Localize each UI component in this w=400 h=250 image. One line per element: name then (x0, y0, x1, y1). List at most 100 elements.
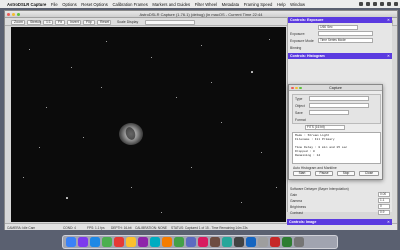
stop-button[interactable]: Stop (337, 171, 355, 176)
app-icon[interactable] (222, 237, 232, 247)
object-field[interactable] (309, 103, 369, 108)
exposure-unit-field[interactable]: 1/60 Sec (318, 25, 358, 30)
start-button[interactable]: Start (293, 171, 311, 176)
app-icon[interactable] (114, 237, 124, 247)
dialog-title: Capture (329, 86, 342, 90)
menu-item-help[interactable]: Help (277, 2, 286, 7)
exposure-mode-label: Exposure Mode (290, 39, 314, 43)
section-histogram-header[interactable]: Controls: Histogram ✕ (288, 53, 392, 59)
menu-item-framing-speed[interactable]: Framing Speed (244, 2, 273, 7)
toolbar-button-stretch[interactable]: Stretch (27, 19, 41, 25)
capture-settings-box: Type Object Save Format (292, 94, 381, 124)
terminal-icon[interactable] (234, 237, 244, 247)
safari-icon[interactable] (90, 237, 100, 247)
close-button[interactable]: Close (359, 171, 379, 176)
type-field[interactable] (309, 96, 369, 101)
menu-item-markers-guides[interactable]: Markers and Guides (152, 2, 190, 7)
status-calibration: CALIBRATION: NONE (135, 226, 167, 230)
app-icon[interactable] (210, 237, 220, 247)
exposure-mode-select[interactable]: Time Series Mode (318, 38, 373, 43)
gain-label: Gain (290, 193, 298, 197)
menu-item-window[interactable]: Window (290, 2, 305, 7)
status-fps: FPS: 1.1 fps (87, 226, 105, 230)
zoom-dialog-icon[interactable] (299, 86, 302, 90)
gamma-value[interactable]: 1.1 (378, 198, 390, 203)
app-icon[interactable] (186, 237, 196, 247)
app-icon[interactable] (162, 237, 172, 247)
toolbar-button-fit[interactable]: Fit (55, 19, 65, 25)
section-title: Controls: Image (289, 220, 317, 224)
toolbar-button-zoom[interactable]: Zoom (11, 19, 25, 25)
star (83, 137, 84, 138)
toolbar-button-1to1[interactable]: 1:1 (43, 19, 53, 25)
contrast-label: Contrast (290, 211, 303, 215)
type-label: Type (295, 97, 303, 101)
app-icon[interactable] (150, 237, 160, 247)
app-icon[interactable] (270, 237, 280, 247)
format-select[interactable]: FITS (16 bit) (305, 125, 345, 130)
star (131, 187, 132, 188)
star (106, 41, 108, 43)
messages-icon[interactable] (102, 237, 112, 247)
status-capture: STATUS: Captured 1 of 15 - Time Remainin… (171, 226, 248, 230)
finder-icon[interactable] (66, 237, 76, 247)
app-icon[interactable] (282, 237, 292, 247)
section-title: Controls: Histogram (290, 54, 325, 58)
scale-display-slider[interactable] (145, 19, 195, 25)
pause-button[interactable]: Pause (315, 171, 333, 176)
software-debayer-checkbox[interactable]: Software Debayer (Bayer Interpolation) (290, 187, 349, 191)
status-icon[interactable] (359, 2, 363, 6)
toolbar-button-invert[interactable]: Invert (67, 19, 81, 25)
app-icon[interactable] (246, 237, 256, 247)
minimize-dialog-icon[interactable] (295, 86, 298, 90)
settings-icon[interactable] (258, 237, 268, 247)
toolbar-button-flip[interactable]: Flip (83, 19, 95, 25)
image-viewer[interactable] (11, 27, 286, 222)
gain-value[interactable]: 0.00 (378, 192, 390, 197)
close-icon[interactable]: ✕ (387, 17, 390, 23)
brightness-value[interactable]: 0 (378, 204, 390, 209)
section-title: Controls: Exposure (290, 18, 324, 22)
close-icon[interactable]: ✕ (387, 219, 390, 225)
auto-histogram-checkbox[interactable]: Auto Histogram and Markline (293, 166, 337, 170)
star (261, 152, 263, 154)
wifi-icon[interactable] (373, 2, 377, 6)
star (39, 147, 40, 148)
contrast-value[interactable]: 0.9 (378, 210, 390, 215)
launchpad-icon[interactable] (78, 237, 88, 247)
star (161, 212, 163, 214)
control-center-icon[interactable] (394, 2, 398, 6)
toolbar-button-reset[interactable]: Reset (97, 19, 111, 25)
app-icon[interactable] (174, 237, 184, 247)
section-image-header[interactable]: Controls: Image ✕ (287, 219, 392, 225)
menu-item-reset-options[interactable]: Reset Options (81, 2, 108, 7)
section-exposure-header[interactable]: Controls: Exposure ✕ (288, 17, 392, 23)
capture-summary: Mode : Stream Light Filename : Fil Prima… (292, 132, 381, 164)
notes-icon[interactable] (126, 237, 136, 247)
menu-item-filter-wheel[interactable]: Filter Wheel (195, 2, 217, 7)
star (269, 39, 270, 40)
menu-item-file[interactable]: File (51, 2, 58, 7)
menu-item-calibration-frames[interactable]: Calibration Frames (112, 2, 147, 7)
exposure-field[interactable] (318, 31, 373, 36)
music-icon[interactable] (198, 237, 208, 247)
battery-icon[interactable] (380, 2, 384, 6)
star (251, 71, 253, 73)
exposure-label: Exposure: (290, 32, 306, 36)
star (66, 197, 68, 199)
nebula-image (119, 123, 143, 145)
dialog-titlebar: Capture (289, 85, 382, 91)
app-icon[interactable] (138, 237, 148, 247)
save-field[interactable] (309, 110, 349, 115)
close-icon[interactable]: ✕ (387, 53, 390, 59)
status-icon[interactable] (366, 2, 370, 6)
brightness-label: Brightness (290, 205, 307, 209)
trash-icon[interactable] (294, 237, 304, 247)
menu-app-name[interactable]: AstroDSLR Capture (7, 2, 46, 7)
menu-item-metadata[interactable]: Metadata (222, 2, 239, 7)
search-icon[interactable] (387, 2, 391, 6)
status-cond: COND: 4 (63, 226, 76, 230)
close-dialog-icon[interactable] (291, 86, 294, 90)
dock (62, 235, 338, 249)
menu-item-options[interactable]: Options (62, 2, 76, 7)
